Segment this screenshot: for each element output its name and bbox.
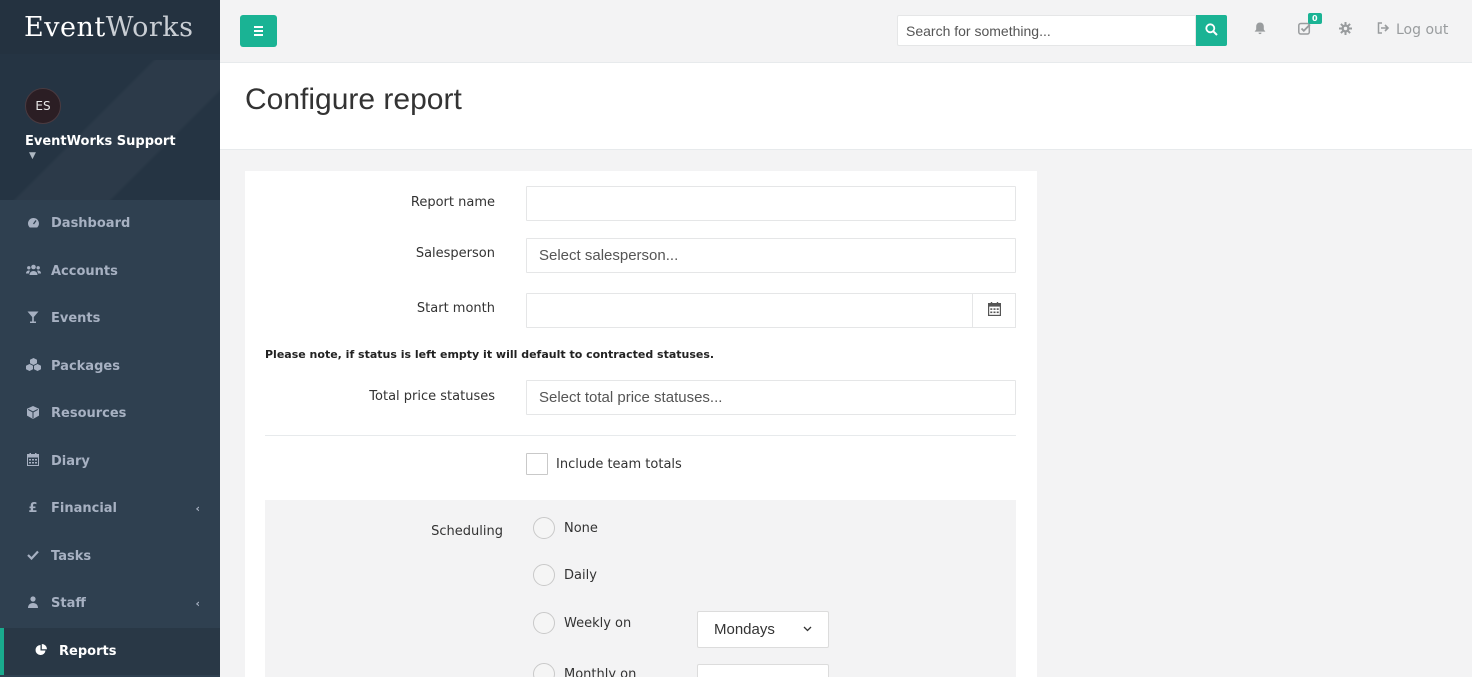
- scheduling-radio-weekly[interactable]: [533, 612, 555, 634]
- scheduling-section: Scheduling None Daily Weekly on Mondays …: [265, 500, 1016, 677]
- scheduling-radio-monthly[interactable]: [533, 663, 555, 677]
- sidebar-item-label: Financial: [51, 501, 118, 517]
- sidebar-item-label: Reports: [59, 643, 117, 659]
- scheduling-option-daily: Daily: [533, 564, 597, 586]
- scheduling-label: Scheduling: [431, 524, 503, 539]
- report-name-input[interactable]: [526, 186, 1016, 221]
- tachometer-icon: [25, 217, 41, 231]
- scheduling-option-label: Monthly on: [564, 666, 637, 677]
- weekly-day-select[interactable]: Mondays: [697, 611, 829, 648]
- scheduling-option-label: None: [564, 520, 598, 536]
- start-month-input[interactable]: [526, 293, 973, 328]
- profile-name[interactable]: EventWorks Support: [25, 134, 220, 149]
- sidebar-item-label: Staff: [51, 596, 86, 612]
- users-icon: [25, 264, 41, 278]
- salesperson-placeholder: Select salesperson...: [539, 247, 679, 264]
- scheduling-option-weekly: Weekly on: [533, 612, 631, 634]
- sidebar-item-label: Packages: [51, 358, 120, 374]
- total-price-statuses-placeholder: Select total price statuses...: [539, 389, 723, 406]
- cube-icon: [25, 405, 41, 422]
- page-heading: Configure report: [220, 63, 1472, 150]
- scheduling-option-label: Daily: [564, 567, 597, 583]
- sidebar-item-events[interactable]: Events: [0, 295, 220, 343]
- sidebar-item-label: Resources: [51, 406, 127, 422]
- tasks-count-badge: 0: [1308, 13, 1322, 24]
- salesperson-label: Salesperson: [415, 246, 495, 261]
- bell-icon[interactable]: [1254, 22, 1266, 39]
- scheduling-option-label: Weekly on: [564, 615, 632, 631]
- sidebar-item-label: Accounts: [51, 263, 118, 279]
- sidebar-item-resources[interactable]: Resources: [0, 390, 220, 438]
- scheduling-option-monthly: Monthly on: [533, 663, 636, 677]
- pie-chart-icon: [33, 643, 49, 659]
- search-box: [897, 15, 1196, 46]
- sidebar-header: EventWorks ES EventWorks Support ▼: [0, 0, 220, 200]
- weekly-day-value: Mondays: [714, 621, 775, 638]
- include-team-totals-label: Include team totals: [556, 456, 682, 472]
- divider: [265, 435, 1016, 436]
- caret-down-icon[interactable]: ▼: [29, 151, 220, 161]
- scheduling-radio-none[interactable]: [533, 517, 555, 539]
- sidebar-item-tasks[interactable]: Tasks: [0, 533, 220, 581]
- include-team-totals-row: Include team totals: [526, 453, 682, 475]
- status-note: Please note, if status is left empty it …: [265, 348, 715, 361]
- search-input[interactable]: [898, 16, 1195, 45]
- logo-bar: EventWorks: [0, 0, 220, 54]
- chevron-left-icon: ‹: [195, 502, 200, 516]
- sidebar-item-label: Tasks: [51, 548, 92, 564]
- sidebar-item-staff[interactable]: Staff ‹: [0, 580, 220, 628]
- report-name-label: Report name: [410, 195, 495, 210]
- total-price-statuses-label: Total price statuses: [369, 389, 495, 404]
- start-month-label: Start month: [416, 301, 495, 316]
- sidebar-item-label: Events: [51, 311, 101, 327]
- report-config-form: Report name Salesperson Select salespers…: [245, 171, 1037, 677]
- scheduling-radio-daily[interactable]: [533, 564, 555, 586]
- calendar-icon: [25, 453, 41, 469]
- sidebar-item-label: Dashboard: [51, 216, 131, 232]
- monthly-day-select[interactable]: [697, 664, 829, 677]
- logout-label: Log out: [1396, 22, 1449, 38]
- glass-icon: [25, 311, 41, 326]
- page-title: Configure report: [245, 83, 462, 116]
- search-button[interactable]: [1196, 15, 1227, 46]
- gear-icon[interactable]: [1339, 22, 1352, 39]
- sidebar-nav: Dashboard Accounts Events Packages Resou…: [0, 200, 220, 675]
- total-price-statuses-select[interactable]: Select total price statuses...: [526, 380, 1016, 415]
- sidebar-item-packages[interactable]: Packages: [0, 343, 220, 391]
- sidebar-item-diary[interactable]: Diary: [0, 438, 220, 486]
- logo-text-works: Works: [105, 11, 194, 43]
- topbar: 0 Log out: [220, 0, 1472, 63]
- sidebar-item-reports[interactable]: Reports: [0, 627, 220, 675]
- check-icon: [25, 549, 41, 563]
- logo-text-event: Event: [24, 11, 106, 43]
- tasks-check-icon[interactable]: [1298, 22, 1311, 39]
- sign-out-icon: [1377, 22, 1390, 38]
- sidebar: EventWorks ES EventWorks Support ▼ Dashb…: [0, 0, 220, 677]
- sidebar-item-accounts[interactable]: Accounts: [0, 248, 220, 296]
- pound-icon: £: [28, 501, 38, 517]
- chevron-down-icon: [803, 624, 812, 635]
- cubes-icon: [25, 358, 41, 374]
- app-logo[interactable]: EventWorks: [24, 12, 194, 43]
- search-icon: [1205, 21, 1218, 40]
- calendar-icon: [987, 301, 1001, 320]
- user-icon: [25, 596, 41, 611]
- date-picker-button[interactable]: [972, 293, 1016, 328]
- scheduling-option-none: None: [533, 517, 598, 539]
- profile: ES EventWorks Support ▼: [0, 54, 220, 161]
- menu-toggle-button[interactable]: [240, 15, 277, 47]
- avatar[interactable]: ES: [25, 88, 61, 124]
- salesperson-select[interactable]: Select salesperson...: [526, 238, 1016, 273]
- logout-link[interactable]: Log out: [1377, 22, 1448, 38]
- include-team-totals-checkbox[interactable]: [526, 453, 548, 475]
- sidebar-item-dashboard[interactable]: Dashboard: [0, 200, 220, 248]
- sidebar-item-financial[interactable]: £ Financial ‹: [0, 485, 220, 533]
- sidebar-item-label: Diary: [51, 453, 90, 469]
- chevron-left-icon: ‹: [195, 597, 200, 611]
